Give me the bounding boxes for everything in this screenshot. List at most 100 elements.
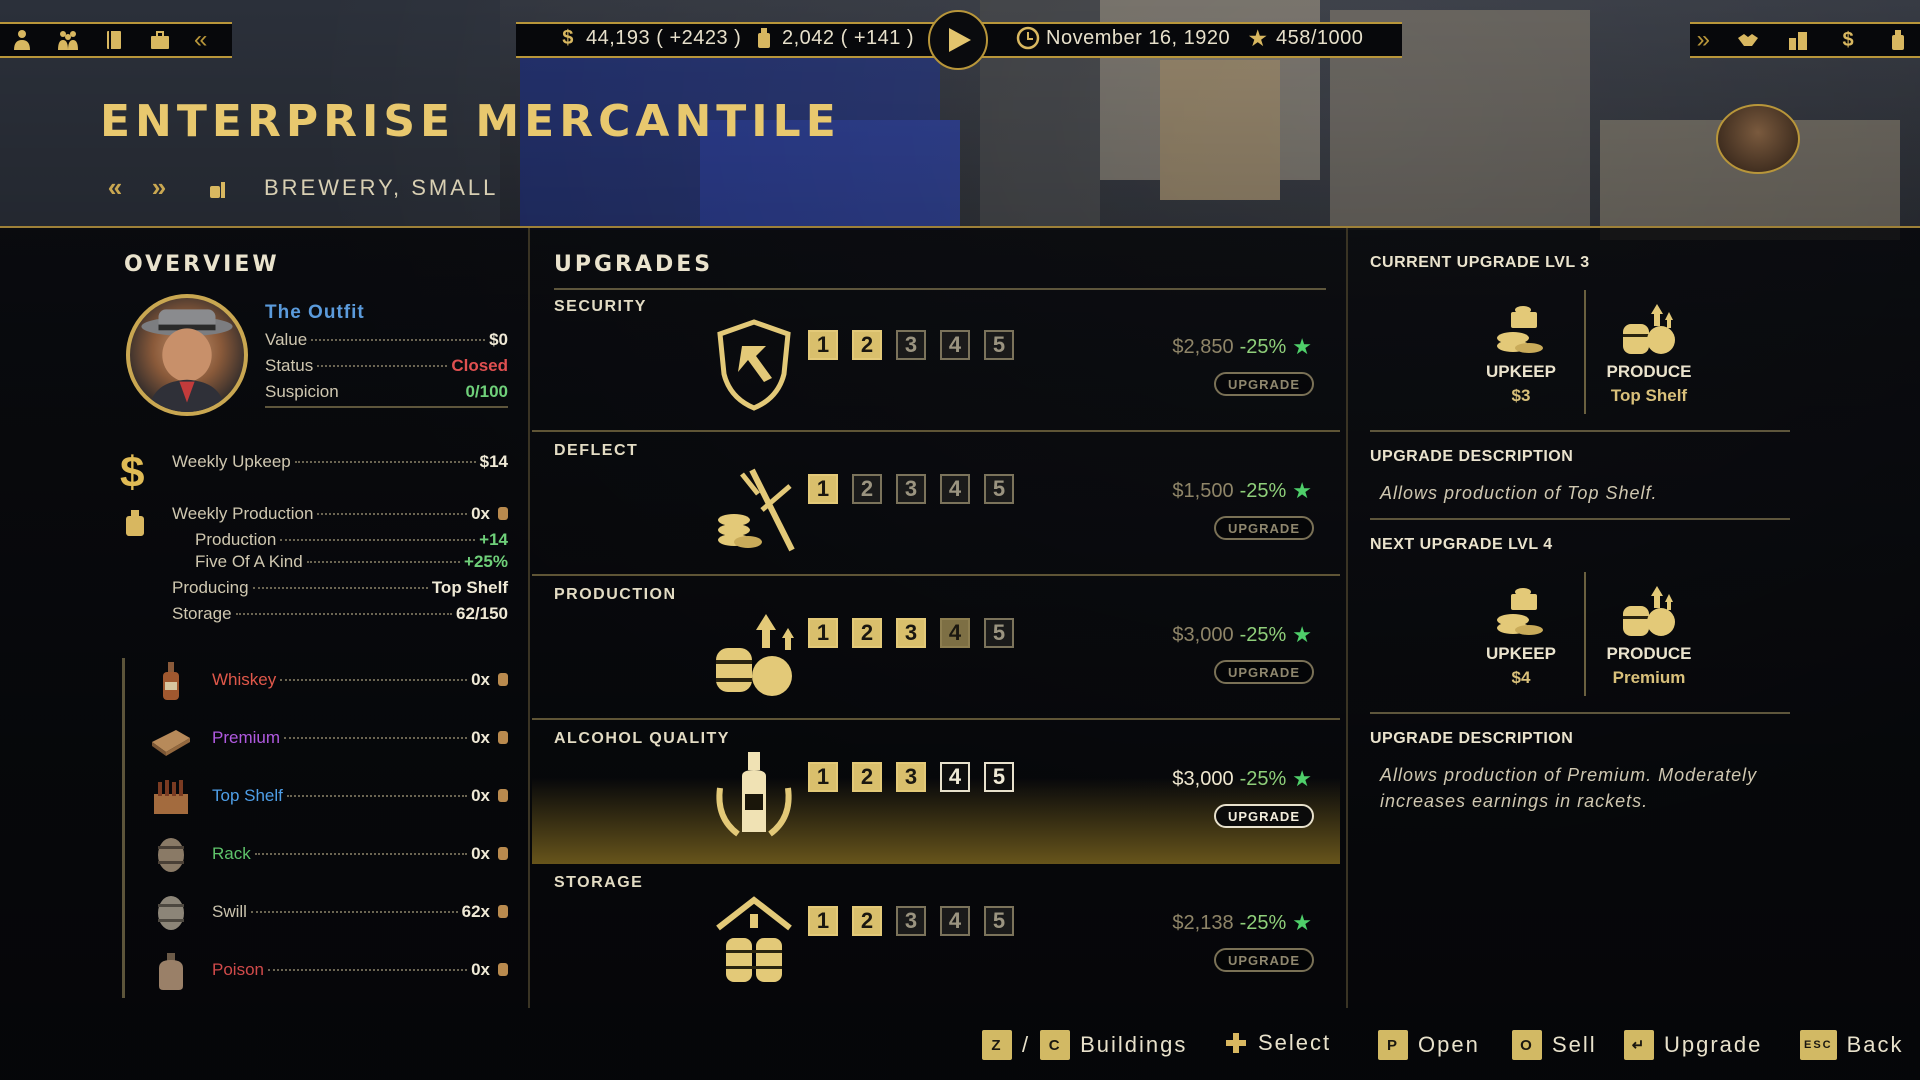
- dpad-icon: [1224, 1031, 1248, 1055]
- open-label: Open: [1418, 1032, 1480, 1057]
- drink-name: Premium: [212, 728, 281, 747]
- upgrade-row-production[interactable]: PRODUCTION 1 2 3 4 5 $3,000 -25% ★ UPGRA…: [532, 576, 1340, 720]
- upgrade-button[interactable]: UPGRADE: [1214, 372, 1314, 396]
- crew-icon[interactable]: [56, 28, 80, 52]
- upgrade-button[interactable]: UPGRADE: [1214, 516, 1314, 540]
- drink-name: Swill: [212, 902, 247, 921]
- key-z: Z: [982, 1030, 1012, 1060]
- prev-building-button[interactable]: «: [100, 172, 130, 203]
- collapse-left-icon[interactable]: «: [194, 26, 207, 54]
- production-barrels-icon: [712, 604, 796, 700]
- current-upkeep: UPKEEP $3: [1466, 300, 1576, 406]
- current-upgrade-title: CURRENT UPGRADE LVL 3: [1370, 254, 1590, 271]
- upgrade-button[interactable]: UPGRADE: [1214, 804, 1314, 828]
- briefcase-icon[interactable]: [148, 28, 172, 52]
- level-box: 1: [808, 762, 838, 792]
- current-description: Allows production of Top Shelf.: [1380, 483, 1658, 503]
- coins-stack-icon: [1466, 300, 1576, 356]
- level-box: 2: [852, 906, 882, 936]
- drink-row-whiskey[interactable]: Whiskey 0x: [148, 656, 508, 706]
- next-building-button[interactable]: »: [144, 172, 174, 203]
- bottle-icon: [752, 26, 776, 50]
- level-box: 1: [808, 474, 838, 504]
- buildings-control[interactable]: Z / C Buildings: [982, 1030, 1187, 1060]
- level-box: 2: [852, 330, 882, 360]
- level-box: 4: [940, 330, 970, 360]
- swill-barrel-icon: [148, 891, 194, 935]
- level-box: 5: [984, 906, 1014, 936]
- building-subheader: « » BREWERY, SMALL: [100, 172, 498, 203]
- price-discount: -25%: [1239, 623, 1287, 646]
- rack-barrel-icon: [148, 833, 194, 877]
- storage-value: 62/150: [456, 604, 508, 623]
- level-box: 5: [984, 474, 1014, 504]
- faction-name: The Outfit: [265, 302, 365, 323]
- top-right-menu: » $: [1690, 22, 1920, 58]
- alcohol-value: 2,042 ( +141 ): [782, 26, 915, 49]
- collapse-right-icon[interactable]: »: [1697, 26, 1710, 54]
- production-row: Production +14: [195, 530, 508, 550]
- upgrade-price: $3,000 -25% ★: [1172, 766, 1312, 792]
- level-indicators: 1 2 3 4 5: [808, 330, 1014, 360]
- weekly-upkeep-row: Weekly Upkeep $14: [172, 452, 508, 472]
- open-control[interactable]: P Open: [1378, 1030, 1480, 1060]
- storage-label: Storage: [172, 604, 232, 623]
- select-control[interactable]: Select: [1224, 1030, 1331, 1056]
- value-value: $0: [489, 330, 508, 349]
- upgrade-row-storage[interactable]: STORAGE 1 2 3 4 5 $2,138 -25% ★ UPGRADE: [532, 864, 1340, 1008]
- buildings-icon[interactable]: [1786, 28, 1810, 52]
- drink-count: 0x: [471, 786, 490, 805]
- upkeep-value: $3: [1511, 386, 1531, 405]
- producing-value: Top Shelf: [431, 578, 508, 597]
- back-control[interactable]: ESC Back: [1800, 1030, 1904, 1060]
- produce-value: Premium: [1612, 668, 1686, 687]
- ledger-icon[interactable]: [102, 28, 126, 52]
- upgrade-control[interactable]: ↵ Upgrade: [1624, 1030, 1762, 1060]
- production-label: Production: [195, 530, 277, 549]
- suspicion-value: 0/100: [465, 382, 508, 401]
- sell-label: Sell: [1552, 1032, 1597, 1057]
- upgrade-name: DEFLECT: [554, 442, 639, 459]
- upgrade-row-deflect[interactable]: DEFLECT 1 2 3 4 5 $1,500 -25% ★ UPGRADE: [532, 432, 1340, 576]
- upgrade-button[interactable]: UPGRADE: [1214, 660, 1314, 684]
- drink-count: 0x: [471, 844, 490, 863]
- status-value: Closed: [451, 356, 508, 375]
- upgrade-row-alcohol-quality[interactable]: ALCOHOL QUALITY 1 2 3 4 5 $3,000 -25% ★ …: [532, 720, 1340, 864]
- storage-shed-icon: [712, 892, 796, 988]
- sell-control[interactable]: O Sell: [1512, 1030, 1597, 1060]
- price-amount: $2,138: [1172, 911, 1234, 934]
- upgrades-title: UPGRADES: [554, 252, 714, 277]
- security-shield-icon: [712, 316, 796, 412]
- drink-name: Poison: [212, 960, 264, 979]
- drink-count: 62x: [461, 902, 490, 921]
- alcohol-quality-bottle-icon: [712, 748, 796, 844]
- overview-title: OVERVIEW: [124, 252, 280, 277]
- money-stat: $ 44,193 ( +2423 ): [556, 22, 741, 54]
- premium-crate-icon: [148, 717, 194, 761]
- handshake-icon[interactable]: [1736, 28, 1760, 52]
- discount-star-icon: ★: [1292, 910, 1312, 935]
- alcohol-stat: 2,042 ( +141 ): [752, 22, 914, 54]
- alcohol-menu-icon[interactable]: [1886, 28, 1910, 52]
- price-discount: -25%: [1239, 335, 1287, 358]
- weekly-production-value: 0x: [471, 504, 490, 523]
- discount-star-icon: ★: [1292, 478, 1312, 503]
- discount-star-icon: ★: [1292, 766, 1312, 791]
- price-amount: $2,850: [1172, 335, 1234, 358]
- drink-row-top-shelf[interactable]: Top Shelf 0x: [148, 772, 508, 822]
- key-esc: ESC: [1800, 1030, 1837, 1060]
- drink-row-rack[interactable]: Rack 0x: [148, 830, 508, 880]
- drink-row-premium[interactable]: Premium 0x: [148, 714, 508, 764]
- drink-row-poison[interactable]: Poison 0x: [148, 946, 508, 996]
- boss-portrait[interactable]: [1716, 104, 1800, 174]
- upkeep-label: UPKEEP: [1486, 644, 1556, 663]
- upgrade-name: STORAGE: [554, 874, 644, 891]
- drink-row-swill[interactable]: Swill 62x: [148, 888, 508, 938]
- play-button[interactable]: [928, 10, 988, 70]
- upgrade-row-security[interactable]: SECURITY 1 2 3 4 5 $2,850 -25% ★ UPGRADE: [532, 288, 1340, 432]
- production-bottle-icon: [126, 510, 144, 536]
- finance-icon[interactable]: $: [1836, 28, 1860, 52]
- level-box: 2: [852, 762, 882, 792]
- character-icon[interactable]: [10, 28, 34, 52]
- upgrade-button[interactable]: UPGRADE: [1214, 948, 1314, 972]
